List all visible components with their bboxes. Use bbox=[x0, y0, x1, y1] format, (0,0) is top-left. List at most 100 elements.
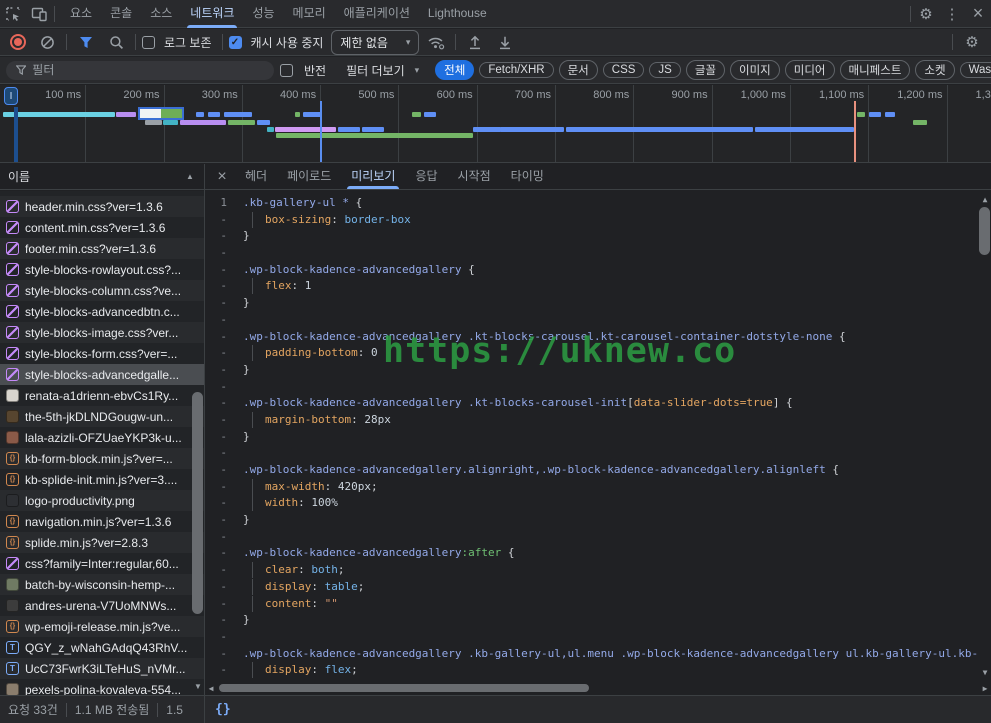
waterfall-bar bbox=[257, 120, 270, 125]
record-network-log-button[interactable] bbox=[10, 34, 26, 50]
resource-filter-9[interactable]: 소켓 bbox=[915, 60, 954, 80]
line-gutter: - bbox=[205, 412, 243, 429]
code-scroll-up-icon[interactable]: ▲ bbox=[979, 195, 991, 204]
request-row[interactable]: renata-a1drienn-ebvCs1Ry... bbox=[0, 385, 204, 406]
request-row[interactable]: style-blocks-column.css?ve... bbox=[0, 280, 204, 301]
request-row[interactable]: style-blocks-advancedbtn.c... bbox=[0, 301, 204, 322]
waterfall-bar bbox=[857, 112, 865, 117]
request-row[interactable]: pexels-polina-kovaleva-554... bbox=[0, 679, 204, 695]
css-file-icon bbox=[6, 221, 19, 234]
preview-tab-3[interactable]: 응답 bbox=[405, 164, 447, 189]
line-gutter: - bbox=[205, 379, 243, 396]
export-har-icon[interactable] bbox=[492, 29, 518, 55]
code-hscrollbar[interactable]: ◀ ▶ bbox=[205, 681, 991, 695]
requests-count: 요청 33건 bbox=[8, 701, 58, 718]
overview-handle[interactable]: I bbox=[4, 87, 18, 105]
clear-network-log-icon[interactable] bbox=[34, 29, 60, 55]
scroll-up-icon[interactable]: ▲ bbox=[184, 172, 196, 181]
overview-tick-label: 500 ms bbox=[318, 89, 394, 101]
request-row[interactable]: {}wp-emoji-release.min.js?ve... bbox=[0, 616, 204, 637]
overview-tick-label: 1,300 ms bbox=[945, 89, 991, 101]
close-preview-icon[interactable]: × bbox=[211, 168, 233, 186]
code-line: - bbox=[205, 312, 977, 329]
import-har-icon[interactable] bbox=[462, 29, 488, 55]
request-row[interactable]: css?family=Inter:regular,60... bbox=[0, 553, 204, 574]
network-settings-gear-icon[interactable]: ⚙ bbox=[959, 29, 985, 55]
resource-filter-0[interactable]: 전체 bbox=[435, 60, 474, 80]
resource-filter-8[interactable]: 매니페스트 bbox=[840, 60, 911, 80]
code-scrollbar-thumb[interactable] bbox=[979, 207, 990, 255]
request-row[interactable]: the-5th-jkDLNDGougw-un... bbox=[0, 406, 204, 427]
request-row[interactable]: TUcC73FwrK3iLTeHuS_nVMr... bbox=[0, 658, 204, 679]
preview-tab-4[interactable]: 시작점 bbox=[448, 164, 501, 189]
request-row[interactable]: style-blocks-image.css?ver... bbox=[0, 322, 204, 343]
resource-filter-2[interactable]: 문서 bbox=[559, 60, 598, 80]
code-line: - bbox=[205, 445, 977, 462]
request-row[interactable]: style-blocks-rowlayout.css?... bbox=[0, 259, 204, 280]
panel-tab-lighthouse[interactable]: Lighthouse bbox=[419, 0, 496, 28]
inspect-element-icon[interactable] bbox=[0, 1, 26, 27]
request-row[interactable]: {}kb-splide-init.min.js?ver=3.... bbox=[0, 469, 204, 490]
resource-filter-7[interactable]: 미디어 bbox=[785, 60, 835, 80]
resource-filter-10[interactable]: Wasm bbox=[960, 62, 991, 78]
preview-tab-5[interactable]: 타이밍 bbox=[501, 164, 554, 189]
preserve-log-checkbox[interactable] bbox=[142, 36, 155, 49]
resource-filter-5[interactable]: 글꼴 bbox=[686, 60, 725, 80]
request-row[interactable]: logo-productivity.png bbox=[0, 490, 204, 511]
device-toolbar-icon[interactable] bbox=[26, 1, 52, 27]
resource-filter-6[interactable]: 이미지 bbox=[730, 60, 780, 80]
close-devtools-icon[interactable]: × bbox=[965, 1, 991, 27]
request-row[interactable]: lala-azizli-OFZUaeYKP3k-u... bbox=[0, 427, 204, 448]
request-row[interactable]: style-blocks-advancedgalle... bbox=[0, 364, 204, 385]
code-viewer[interactable]: 1.kb-gallery-ul * {-box-sizing: border-b… bbox=[205, 191, 991, 695]
request-row[interactable]: {}kb-form-block.min.js?ver=... bbox=[0, 448, 204, 469]
preview-tab-1[interactable]: 페이로드 bbox=[277, 164, 341, 189]
code-scroll-down-icon[interactable]: ▼ bbox=[979, 668, 991, 677]
throttling-select[interactable]: 제한 없음 ▾ bbox=[331, 30, 419, 55]
preview-tab-2[interactable]: 미리보기 bbox=[341, 164, 405, 189]
finish-time: 1.5 bbox=[166, 703, 183, 717]
request-row[interactable]: content.min.css?ver=1.3.6 bbox=[0, 217, 204, 238]
request-row[interactable]: header.min.css?ver=1.3.6 bbox=[0, 196, 204, 217]
code-hscrollbar-thumb[interactable] bbox=[219, 684, 589, 692]
resource-filter-1[interactable]: Fetch/XHR bbox=[479, 62, 553, 78]
overview-tick-label: 900 ms bbox=[632, 89, 708, 101]
panel-tab-elements[interactable]: 요소 bbox=[61, 0, 101, 28]
request-row[interactable]: style-blocks-form.css?ver=... bbox=[0, 343, 204, 364]
search-icon[interactable] bbox=[103, 29, 129, 55]
scroll-left-icon[interactable]: ◀ bbox=[205, 684, 217, 693]
invert-filter-checkbox[interactable] bbox=[280, 64, 293, 77]
request-row[interactable]: TQGY_z_wNahGAdqQ43RhV... bbox=[0, 637, 204, 658]
scroll-right-icon[interactable]: ▶ bbox=[979, 684, 991, 693]
disable-cache-checkbox[interactable]: ✓ bbox=[229, 36, 242, 49]
panel-tab-application[interactable]: 애플리케이션 bbox=[335, 0, 419, 28]
network-conditions-icon[interactable] bbox=[423, 29, 449, 55]
preview-tab-0[interactable]: 헤더 bbox=[235, 164, 277, 189]
panel-tab-console[interactable]: 콘솔 bbox=[101, 0, 141, 28]
request-row[interactable]: batch-by-wisconsin-hemp-... bbox=[0, 574, 204, 595]
code-line: -flex: 1 bbox=[205, 278, 977, 295]
request-row[interactable]: {}navigation.min.js?ver=1.3.6 bbox=[0, 511, 204, 532]
filter-input[interactable] bbox=[32, 63, 264, 77]
more-menu-icon[interactable]: ⋮ bbox=[939, 1, 965, 27]
requests-scrollbar-thumb[interactable] bbox=[192, 392, 203, 614]
line-text: display: table; bbox=[243, 579, 977, 596]
resource-filter-4[interactable]: JS bbox=[649, 62, 680, 78]
request-row[interactable]: {}splide.min.js?ver=2.8.3 bbox=[0, 532, 204, 553]
waterfall-bar bbox=[755, 127, 854, 132]
pretty-print-icon[interactable]: {} bbox=[215, 702, 231, 717]
resource-filter-3[interactable]: CSS bbox=[603, 62, 645, 78]
panel-tab-performance[interactable]: 성능 bbox=[243, 0, 283, 28]
more-filters-label[interactable]: 필터 더보기 bbox=[346, 62, 405, 79]
name-column-header[interactable]: 이름 ▲ bbox=[0, 164, 204, 190]
filter-funnel-icon[interactable] bbox=[73, 29, 99, 55]
settings-gear-icon[interactable]: ⚙ bbox=[913, 1, 939, 27]
request-name: style-blocks-image.css?ver... bbox=[25, 326, 178, 340]
request-row[interactable]: andres-urena-V7UoMNWs... bbox=[0, 595, 204, 616]
panel-tab-sources[interactable]: 소스 bbox=[141, 0, 181, 28]
panel-tab-network[interactable]: 네트워크 bbox=[181, 0, 243, 28]
panel-tab-memory[interactable]: 메모리 bbox=[284, 0, 335, 28]
scroll-down-icon[interactable]: ▼ bbox=[192, 682, 204, 691]
network-overview[interactable]: 100 ms200 ms300 ms400 ms500 ms600 ms700 … bbox=[0, 85, 991, 163]
request-row[interactable]: footer.min.css?ver=1.3.6 bbox=[0, 238, 204, 259]
